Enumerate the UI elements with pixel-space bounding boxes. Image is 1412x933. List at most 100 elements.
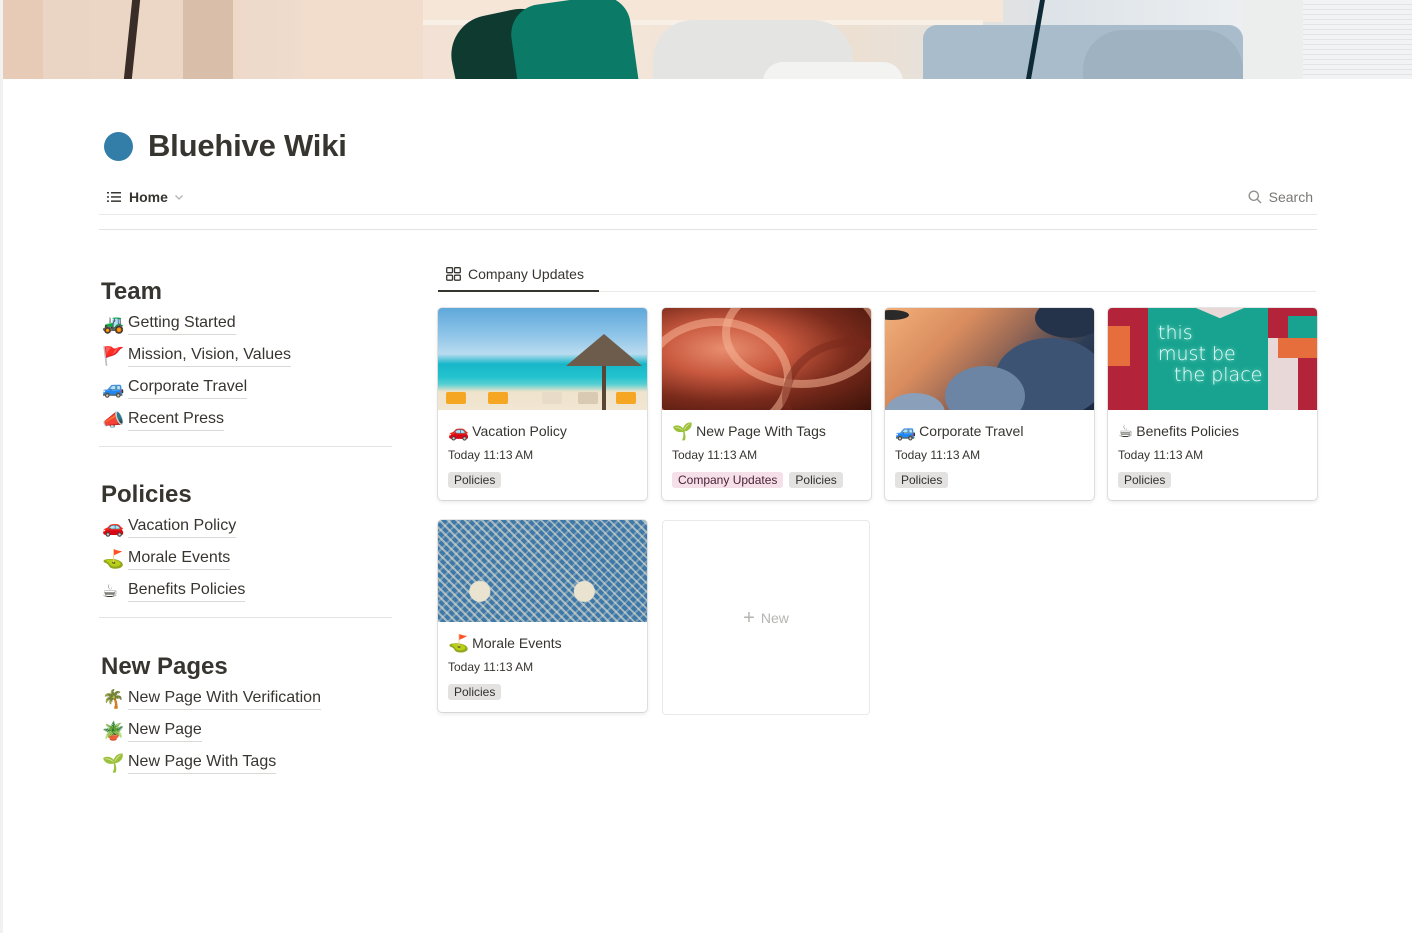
card-title: 🌱 New Page With Tags	[672, 420, 861, 442]
page-link-recent-press[interactable]: 📣 Recent Press	[102, 404, 392, 436]
card-cover-floral-pattern-image	[438, 520, 647, 622]
card-tags: Policies	[448, 684, 637, 700]
section-title: New Pages	[101, 653, 228, 680]
tag-company-updates: Company Updates	[672, 472, 784, 488]
gallery-card-benefits-policies[interactable]: this must be the place ☕ Benefits Polici…	[1108, 308, 1317, 500]
suv-car-icon: 🚙	[895, 421, 917, 441]
card-date: Today 11:13 AM	[448, 448, 534, 462]
chevron-down-icon	[174, 195, 183, 200]
section-team: Team 🚜 Getting Started 🚩 Mission, Vision…	[99, 276, 392, 447]
red-flag-icon: 🚩	[102, 346, 125, 366]
seedling-icon: 🌱	[102, 753, 125, 773]
gallery-card-corporate-travel[interactable]: 🚙 Corporate Travel Today 11:13 AM Polici…	[885, 308, 1094, 500]
page-link-label: New Page With Verification	[128, 688, 321, 710]
tag-policies: Policies	[789, 472, 843, 488]
gallery-card-new-page-with-tags[interactable]: 🌱 New Page With Tags Today 11:13 AM Comp…	[662, 308, 871, 500]
red-car-icon: 🚗	[448, 421, 470, 441]
page-link-corporate-travel[interactable]: 🚙 Corporate Travel	[102, 372, 392, 404]
tag-policies: Policies	[895, 472, 949, 488]
gallery-card-vacation-policy[interactable]: 🚗 Vacation Policy Today 11:13 AM Policie…	[438, 308, 647, 500]
tag-policies: Policies	[448, 472, 502, 488]
view-toolbar: Home Search	[99, 180, 1317, 214]
page-link-label: Corporate Travel	[128, 377, 248, 399]
card-title: ☕ Benefits Policies	[1118, 420, 1307, 442]
card-tags: Policies	[1118, 472, 1307, 488]
card-tags: Company Updates Policies	[672, 472, 861, 488]
tag-policies: Policies	[448, 684, 502, 700]
gallery-card-morale-events[interactable]: ⛳ Morale Events Today 11:13 AM Policies	[438, 520, 647, 712]
card-date: Today 11:13 AM	[672, 448, 758, 462]
gallery-tab-bar: Company Updates	[438, 258, 1316, 292]
card-title: ⛳ Morale Events	[448, 632, 637, 654]
section-new-pages: New Pages 🌴 New Page With Verification 🪴…	[99, 651, 392, 779]
plus-icon: +	[743, 606, 755, 629]
blue-circle-icon[interactable]	[104, 131, 133, 161]
home-label: Home	[129, 189, 168, 205]
coffee-icon: ☕	[102, 581, 119, 601]
golf-flag-icon: ⛳	[102, 549, 125, 569]
page-link-new-page-with-verification[interactable]: 🌴 New Page With Verification	[102, 683, 392, 715]
divider	[99, 446, 392, 447]
coffee-icon: ☕	[1118, 421, 1134, 441]
card-title-text: Morale Events	[472, 635, 562, 651]
page-link-label: New Page	[128, 720, 202, 742]
tab-company-updates[interactable]: Company Updates	[438, 258, 599, 292]
gallery-grid-icon	[446, 267, 461, 281]
tab-label: Company Updates	[468, 266, 584, 282]
card-cover-canyon-image	[662, 308, 871, 410]
suv-car-icon: 🚙	[102, 378, 125, 398]
red-car-icon: 🚗	[102, 517, 125, 537]
card-title-text: Corporate Travel	[919, 423, 1024, 439]
page-cover-image[interactable]	[3, 0, 1412, 79]
page-link-new-page[interactable]: 🪴 New Page	[102, 715, 392, 747]
section-title: Policies	[101, 481, 192, 508]
neon-sign-text: this must be the place	[1158, 322, 1263, 386]
page-link-label: Morale Events	[128, 548, 231, 570]
new-card-button[interactable]: + New	[662, 520, 870, 715]
card-tags: Policies	[895, 472, 1084, 488]
divider	[99, 229, 1317, 230]
search-icon	[1248, 190, 1262, 204]
list-icon	[107, 192, 121, 202]
golf-flag-icon: ⛳	[448, 633, 470, 653]
search-label: Search	[1268, 189, 1313, 205]
card-date: Today 11:13 AM	[1118, 448, 1204, 462]
page-link-getting-started[interactable]: 🚜 Getting Started	[102, 308, 392, 340]
page-link-new-page-with-tags[interactable]: 🌱 New Page With Tags	[102, 747, 392, 779]
new-card-label: New	[760, 609, 789, 626]
page-link-label: New Page With Tags	[128, 752, 277, 774]
search-button[interactable]: Search	[1244, 183, 1317, 211]
section-policies: Policies 🚗 Vacation Policy ⛳ Morale Even…	[99, 479, 392, 618]
page-link-vacation-policy[interactable]: 🚗 Vacation Policy	[102, 511, 392, 543]
divider	[99, 617, 392, 618]
card-title-text: Vacation Policy	[472, 423, 567, 439]
card-tags: Policies	[448, 472, 637, 488]
page-link-mission-vision-values[interactable]: 🚩 Mission, Vision, Values	[102, 340, 392, 372]
page-link-label: Mission, Vision, Values	[128, 345, 292, 367]
potted-plant-icon: 🪴	[102, 721, 125, 741]
divider	[99, 214, 1317, 215]
tag-policies: Policies	[1118, 472, 1172, 488]
palm-tree-icon: 🌴	[102, 689, 125, 709]
seedling-icon: 🌱	[672, 421, 694, 441]
card-title-text: Benefits Policies	[1136, 423, 1239, 439]
page-title[interactable]: Bluehive Wiki	[148, 128, 347, 164]
page-link-label: Recent Press	[128, 409, 225, 431]
page-header: Bluehive Wiki	[104, 128, 347, 164]
card-cover-clouds-image	[885, 308, 1094, 410]
card-date: Today 11:13 AM	[895, 448, 981, 462]
card-date: Today 11:13 AM	[448, 660, 534, 674]
page-link-label: Benefits Policies	[128, 580, 246, 602]
card-title: 🚗 Vacation Policy	[448, 420, 637, 442]
card-title-text: New Page With Tags	[696, 423, 826, 439]
card-title: 🚙 Corporate Travel	[895, 420, 1084, 442]
megaphone-icon: 📣	[102, 410, 125, 430]
page-link-morale-events[interactable]: ⛳ Morale Events	[102, 543, 392, 575]
page-link-benefits-policies[interactable]: ☕ Benefits Policies	[102, 575, 392, 607]
tractor-icon: 🚜	[102, 314, 125, 334]
page-link-label: Getting Started	[128, 313, 236, 335]
window-edge	[0, 0, 3, 933]
page-link-label: Vacation Policy	[128, 516, 237, 538]
card-cover-beach-image	[438, 308, 647, 410]
home-view-dropdown[interactable]: Home	[99, 183, 192, 211]
